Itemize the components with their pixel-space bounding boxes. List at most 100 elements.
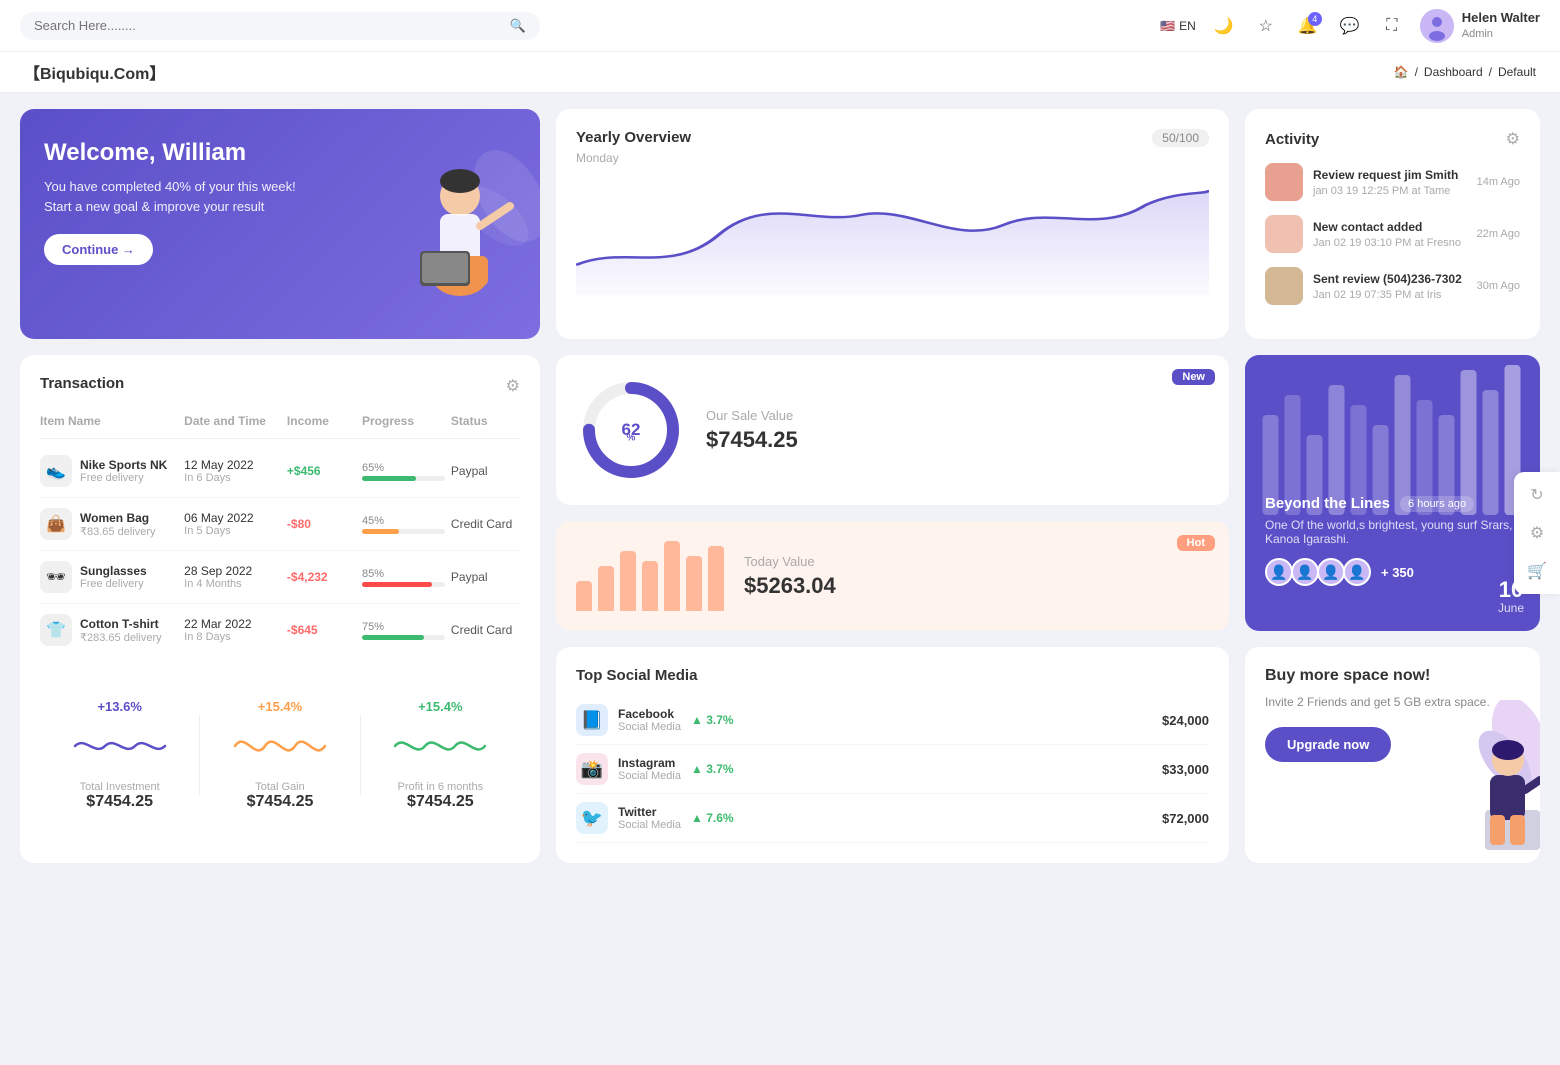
activity-time: 14m Ago	[1477, 176, 1520, 188]
upgrade-card: Buy more space now! Invite 2 Friends and…	[1245, 647, 1540, 863]
progress-fill	[362, 529, 399, 534]
search-icon: 🔍	[510, 18, 526, 34]
brand-title: 【Biqubiqu.Com】	[24, 60, 165, 84]
income-value: +$456	[287, 464, 356, 478]
progress-label: 85%	[362, 568, 445, 580]
stat-wave	[395, 726, 485, 766]
mini-stat: +15.4% Profit in 6 months $7454.25	[361, 699, 520, 811]
activity-text: Sent review (504)236-7302 Jan 02 19 07:3…	[1313, 272, 1467, 301]
item-date: 06 May 2022 In 5 Days	[184, 511, 281, 537]
right-cart-icon[interactable]: 🛒	[1522, 556, 1552, 586]
social-pct: ▲ 3.7%	[691, 762, 734, 776]
right-settings-icon[interactable]: ⚙	[1522, 518, 1552, 548]
avatars-row: 👤 👤 👤 👤 + 350	[1265, 558, 1520, 586]
user-info: Helen Walter Admin	[1462, 10, 1540, 41]
right-refresh-icon[interactable]: ↻	[1522, 480, 1552, 510]
yearly-overview-card: Yearly Overview 50/100 Monday	[556, 109, 1229, 339]
status-text: Paypal	[451, 464, 520, 478]
social-pct: ▲ 3.7%	[691, 713, 734, 727]
progress-bar	[362, 476, 445, 481]
breadcrumb: 🏠 / Dashboard / Default	[1394, 65, 1536, 79]
continue-button[interactable]: Continue →	[44, 234, 153, 265]
col-income: Income	[287, 414, 356, 428]
item-icon: 👜	[40, 508, 72, 540]
income-value: -$4,232	[287, 570, 356, 584]
breadcrumb-dashboard[interactable]: Dashboard	[1424, 65, 1483, 79]
sale-value: $7454.25	[706, 427, 798, 453]
lang-selector[interactable]: 🇺🇸 EN	[1160, 19, 1196, 33]
home-icon[interactable]: 🏠	[1394, 65, 1409, 79]
item-info: 🕶 Sunglasses Free delivery	[40, 561, 178, 593]
avatar	[1420, 9, 1454, 43]
beyond-title: Beyond the Lines	[1265, 495, 1390, 512]
social-type: Social Media	[618, 721, 681, 733]
social-icon: 📘	[576, 704, 608, 736]
transaction-settings[interactable]: ⚙	[506, 376, 520, 396]
social-media-card: Top Social Media 📘 Facebook Social Media…	[556, 647, 1229, 863]
item-icon: 👕	[40, 614, 72, 646]
fullscreen-icon[interactable]: ⛶	[1378, 12, 1406, 40]
transaction-rows: 👟 Nike Sports NK Free delivery 12 May 20…	[40, 445, 520, 657]
stat-wave	[75, 726, 165, 766]
activity-settings[interactable]: ⚙	[1506, 129, 1520, 149]
social-item: 📘 Facebook Social Media ▲ 3.7% $24,000	[576, 696, 1209, 745]
mini-bar	[620, 551, 636, 611]
date-month: June	[1498, 601, 1524, 615]
hot-badge: Hot	[1177, 535, 1215, 551]
beyond-time: 6 hours ago	[1400, 496, 1474, 512]
item-info: 👕 Cotton T-shirt ₹283.65 delivery	[40, 614, 178, 646]
donut-chart: 62 %	[576, 375, 686, 485]
mini-bar	[576, 581, 592, 611]
sale-value-card: New 62 % Our Sale Value $7454.25	[556, 355, 1229, 505]
chat-icon[interactable]: 💬	[1336, 12, 1364, 40]
upgrade-button[interactable]: Upgrade now	[1265, 727, 1391, 762]
social-icon: 📸	[576, 753, 608, 785]
stat-pct: +13.6%	[40, 699, 199, 714]
progress-cell: 45%	[362, 515, 445, 534]
beyond-chart	[1245, 355, 1540, 515]
item-date: 22 Mar 2022 In 8 Days	[184, 617, 281, 643]
main-grid: Welcome, William You have completed 40% …	[0, 93, 1560, 879]
progress-label: 75%	[362, 621, 445, 633]
item-name: Women Bag	[80, 511, 156, 525]
activity-item: Sent review (504)236-7302 Jan 02 19 07:3…	[1265, 267, 1520, 305]
status-text: Credit Card	[451, 517, 520, 531]
item-info: 👟 Nike Sports NK Free delivery	[40, 455, 178, 487]
activity-text: Review request jim Smith jan 03 19 12:25…	[1313, 168, 1467, 197]
new-badge: New	[1172, 369, 1215, 385]
transaction-title: Transaction	[40, 375, 124, 392]
search-bar[interactable]: 🔍	[20, 12, 540, 40]
plus-count: + 350	[1381, 565, 1414, 580]
activity-item-subtitle: Jan 02 19 03:10 PM at Fresno	[1313, 237, 1461, 249]
social-list: 📘 Facebook Social Media ▲ 3.7% $24,000 📸…	[576, 696, 1209, 843]
item-name: Cotton T-shirt	[80, 617, 162, 631]
mini-bar	[686, 556, 702, 611]
activity-item: Review request jim Smith jan 03 19 12:25…	[1265, 163, 1520, 201]
activity-item-title: Sent review (504)236-7302	[1313, 272, 1467, 286]
beyond-desc: One Of the world,s brightest, young surf…	[1265, 518, 1520, 546]
social-amount: $72,000	[1162, 811, 1209, 826]
social-title: Top Social Media	[576, 667, 1209, 684]
date-sub: In 6 Days	[184, 472, 281, 484]
today-info: Today Value $5263.04	[744, 554, 836, 599]
progress-fill	[362, 476, 416, 481]
mini-bar	[708, 546, 724, 611]
item-date: 12 May 2022 In 6 Days	[184, 458, 281, 484]
progress-cell: 85%	[362, 568, 445, 587]
notification-badge: 4	[1308, 12, 1322, 26]
star-icon[interactable]: ☆	[1252, 12, 1280, 40]
progress-fill	[362, 635, 424, 640]
nav-right: 🇺🇸 EN 🌙 ☆ 🔔 4 💬 ⛶ Helen Walter Admin	[1160, 9, 1540, 43]
date-sub: In 8 Days	[184, 631, 281, 643]
social-info: Instagram Social Media	[618, 756, 681, 782]
item-sub: ₹83.65 delivery	[80, 525, 156, 538]
table-row: 👜 Women Bag ₹83.65 delivery 06 May 2022 …	[40, 498, 520, 551]
mini-stat: +15.4% Total Gain $7454.25	[200, 699, 359, 811]
notification-bell[interactable]: 🔔 4	[1294, 12, 1322, 40]
search-input[interactable]	[34, 18, 502, 33]
user-area[interactable]: Helen Walter Admin	[1420, 9, 1540, 43]
dark-mode-toggle[interactable]: 🌙	[1210, 12, 1238, 40]
breadcrumb-default: Default	[1498, 65, 1536, 79]
table-row: 👟 Nike Sports NK Free delivery 12 May 20…	[40, 445, 520, 498]
social-info: Facebook Social Media	[618, 707, 681, 733]
